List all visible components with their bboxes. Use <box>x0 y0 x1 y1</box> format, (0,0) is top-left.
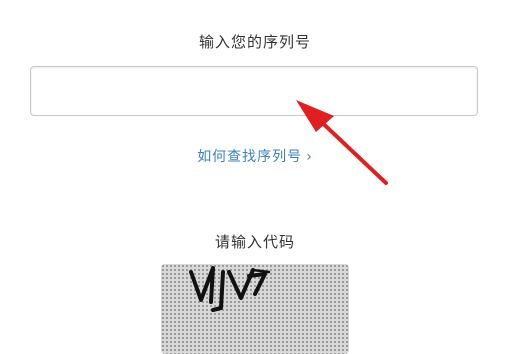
enter-code-label: 请输入代码 <box>214 233 295 251</box>
find-serial-number-link-label: 如何查找序列号 <box>197 149 303 165</box>
captcha-glyphs <box>189 266 271 312</box>
captcha-image <box>161 264 349 354</box>
serial-number-label: 输入您的序列号 <box>198 33 311 51</box>
chevron-right-icon: › <box>306 149 313 165</box>
find-serial-number-link[interactable]: 如何查找序列号 › <box>0 146 510 166</box>
serial-number-input[interactable] <box>30 66 478 116</box>
